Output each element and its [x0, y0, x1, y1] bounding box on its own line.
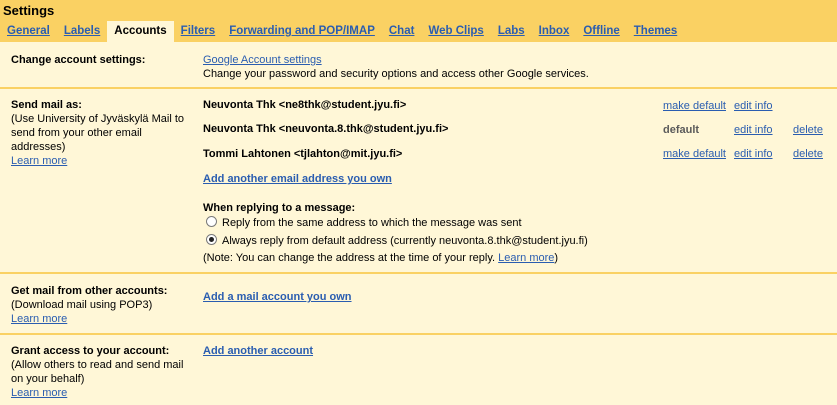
send-mail-label: Send mail as: — [11, 99, 82, 111]
settings-header: Settings General Labels Accounts Filters… — [0, 0, 837, 43]
reply-option-default[interactable]: Always reply from default address (curre… — [206, 234, 588, 248]
radio-reply-same[interactable] — [206, 216, 217, 227]
radio-reply-default[interactable] — [206, 234, 217, 245]
section-divider — [0, 87, 837, 89]
reply-heading: When replying to a message: — [203, 202, 356, 214]
reply-option-same[interactable]: Reply from the same address to which the… — [206, 216, 522, 230]
grant-access-note: (Allow others to read and send mail on y… — [11, 359, 184, 385]
get-mail-label-block: Get mail from other accounts: (Download … — [11, 284, 191, 326]
send-mail-label-block: Send mail as: (Use University of Jyväsky… — [11, 98, 191, 168]
reply-learn-more-link[interactable]: Learn more — [498, 252, 554, 264]
tab-themes[interactable]: Themes — [627, 21, 684, 42]
edit-info-link-1[interactable]: edit info — [734, 100, 773, 112]
reply-option-default-label: Always reply from default address (curre… — [222, 235, 588, 247]
tab-forwarding[interactable]: Forwarding and POP/IMAP — [222, 21, 382, 42]
grant-access-label: Grant access to your account: — [11, 345, 170, 357]
edit-info-link-2[interactable]: edit info — [734, 124, 773, 136]
settings-tabs: General Labels Accounts Filters Forwardi… — [0, 21, 684, 43]
delete-link-2[interactable]: delete — [793, 124, 823, 136]
tab-filters[interactable]: Filters — [174, 21, 223, 42]
add-email-row: Add another email address you own — [203, 172, 392, 186]
default-indicator: default — [663, 124, 700, 136]
send-address-3: Tommi Lahtonen <tjlahton@mit.jyu.fi> — [203, 148, 403, 160]
add-mail-account-row: Add a mail account you own — [203, 290, 352, 304]
send-mail-note: (Use University of Jyväskylä Mail to sen… — [11, 113, 184, 153]
change-account-description: Change your password and security option… — [203, 68, 589, 80]
edit-info-link-3[interactable]: edit info — [734, 148, 773, 160]
send-mail-learn-more-link[interactable]: Learn more — [11, 155, 67, 167]
tab-accounts[interactable]: Accounts — [107, 21, 174, 43]
tab-chat[interactable]: Chat — [382, 21, 422, 42]
add-mail-account-link[interactable]: Add a mail account you own — [203, 291, 352, 303]
add-email-address-link[interactable]: Add another email address you own — [203, 173, 392, 185]
delete-link-3[interactable]: delete — [793, 148, 823, 160]
reply-option-same-label: Reply from the same address to which the… — [222, 217, 522, 229]
add-another-account-row: Add another account — [203, 344, 313, 358]
tab-web-clips[interactable]: Web Clips — [421, 21, 490, 42]
change-account-label: Change account settings: — [11, 54, 146, 66]
grant-access-learn-more-link[interactable]: Learn more — [11, 387, 67, 399]
tab-offline[interactable]: Offline — [576, 21, 626, 42]
add-another-account-link[interactable]: Add another account — [203, 345, 313, 357]
send-address-2: Neuvonta Thk <neuvonta.8.thk@student.jyu… — [203, 123, 449, 135]
reply-note: (Note: You can change the address at the… — [203, 252, 559, 264]
page-title: Settings — [3, 3, 55, 18]
section-divider — [0, 333, 837, 335]
tab-inbox[interactable]: Inbox — [532, 21, 577, 42]
tab-labels[interactable]: Labels — [57, 21, 107, 42]
tab-labs[interactable]: Labs — [491, 21, 532, 42]
tab-general[interactable]: General — [0, 21, 57, 42]
make-default-link-1[interactable]: make default — [663, 100, 726, 112]
grant-access-label-block: Grant access to your account: (Allow oth… — [11, 344, 191, 400]
section-divider — [0, 272, 837, 274]
get-mail-label: Get mail from other accounts: — [11, 285, 168, 297]
google-account-settings-link[interactable]: Google Account settings — [203, 54, 322, 66]
send-address-1: Neuvonta Thk <ne8thk@student.jyu.fi> — [203, 99, 407, 111]
get-mail-note: (Download mail using POP3) — [11, 299, 153, 311]
change-account-content: Google Account settings Change your pass… — [203, 53, 589, 81]
get-mail-learn-more-link[interactable]: Learn more — [11, 313, 67, 325]
make-default-link-3[interactable]: make default — [663, 148, 726, 160]
